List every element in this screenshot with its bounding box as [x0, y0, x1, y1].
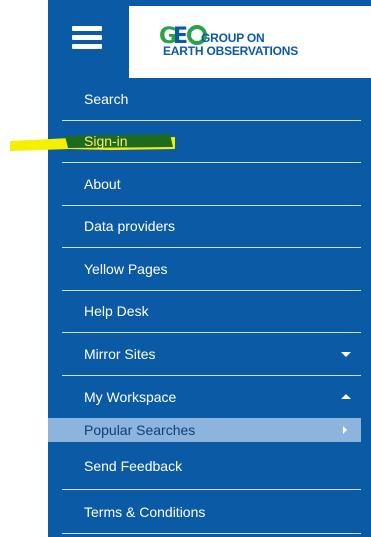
menu-item-terms[interactable]: Terms & Conditions	[62, 490, 361, 534]
menu-item-label: Send Feedback	[84, 457, 183, 474]
menu-item-label: Search	[84, 90, 129, 107]
menu-item-about[interactable]: About	[62, 163, 361, 206]
menu-item-help-desk[interactable]: Help Desk	[62, 291, 361, 333]
chevron-right-icon	[343, 426, 347, 434]
menu-item-yellow-pages[interactable]: Yellow Pages	[62, 248, 361, 291]
chevron-up-icon	[341, 393, 351, 399]
geo-logo[interactable]: G E GROUP ON EARTH OBSERVATIONS	[129, 6, 371, 78]
menu-item-data-providers[interactable]: Data providers	[62, 206, 361, 248]
menu-item-label: Yellow Pages	[84, 260, 168, 277]
nav-menu: Search Sign-in About Data providers Yell…	[48, 78, 361, 534]
menu-item-label: My Workspace	[84, 388, 177, 405]
menu-item-sign-in[interactable]: Sign-in	[62, 121, 361, 163]
menu-item-label: Help Desk	[84, 303, 149, 320]
menu-item-mirror-sites[interactable]: Mirror Sites	[62, 333, 361, 376]
menu-item-search[interactable]: Search	[62, 78, 361, 121]
menu-item-label: Popular Searches	[84, 422, 196, 438]
menu-item-popular-searches[interactable]: Popular Searches	[48, 418, 361, 442]
hamburger-menu-icon[interactable]	[72, 26, 102, 50]
chevron-down-icon	[341, 351, 351, 357]
menu-item-label: About	[84, 175, 121, 192]
menu-item-my-workspace[interactable]: My Workspace	[62, 376, 361, 419]
menu-item-label: Terms & Conditions	[84, 503, 206, 520]
menu-item-label: Data providers	[84, 218, 176, 235]
logo-text: GROUP ON EARTH OBSERVATIONS	[163, 32, 298, 58]
menu-item-label: Mirror Sites	[84, 345, 156, 362]
menu-item-send-feedback[interactable]: Send Feedback	[62, 442, 361, 490]
logo-line2: EARTH OBSERVATIONS	[163, 44, 299, 58]
menu-item-label: Sign-in	[84, 133, 128, 150]
